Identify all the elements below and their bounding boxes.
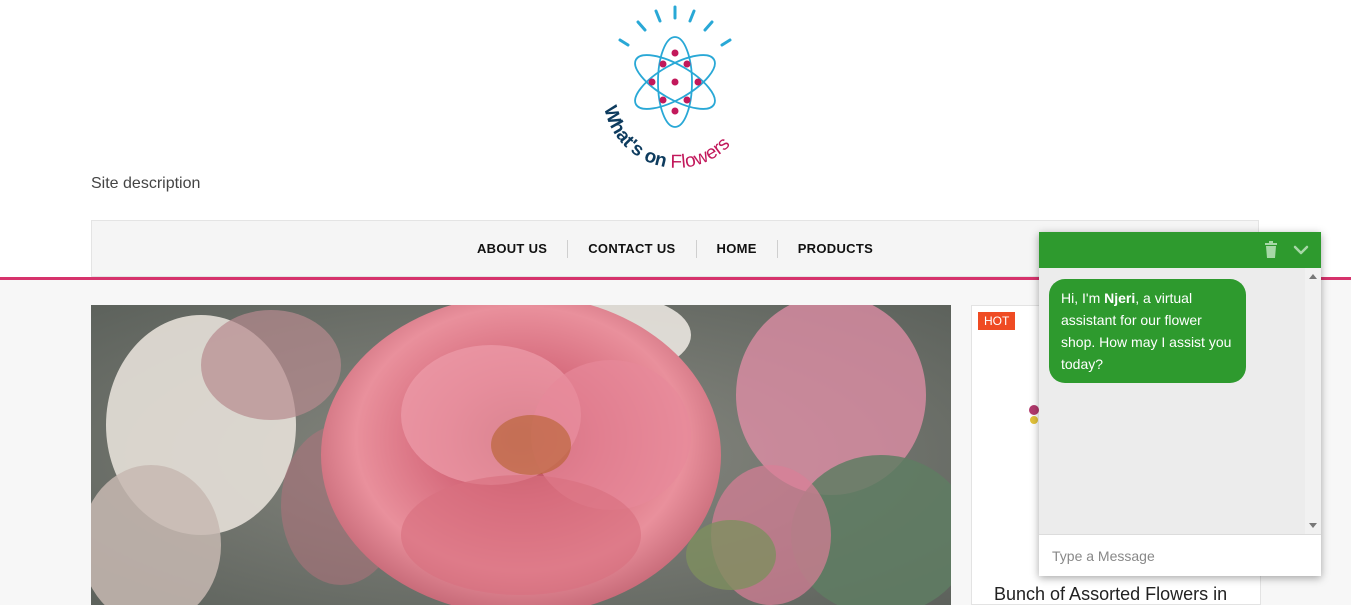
- chat-messages: Hi, I'm Njeri, a virtual assistant for o…: [1039, 268, 1321, 534]
- chat-scrollbar[interactable]: [1305, 268, 1321, 534]
- hot-badge: HOT: [978, 312, 1016, 330]
- nav-products[interactable]: PRODUCTS: [778, 241, 893, 256]
- message-prefix: Hi, I'm: [1061, 290, 1105, 306]
- chat-widget: Hi, I'm Njeri, a virtual assistant for o…: [1039, 232, 1321, 576]
- assistant-name: Njeri: [1104, 290, 1136, 306]
- nav-home[interactable]: HOME: [697, 241, 777, 256]
- chevron-down-icon[interactable]: [1293, 242, 1309, 258]
- logo-text-accent: Flowers: [670, 133, 734, 172]
- product-title[interactable]: Bunch of Assorted Flowers in: [994, 584, 1227, 604]
- scroll-up-arrow[interactable]: [1309, 274, 1317, 279]
- assistant-message: Hi, I'm Njeri, a virtual assistant for o…: [1049, 279, 1246, 383]
- hero-image[interactable]: [91, 305, 951, 605]
- chat-message-input[interactable]: [1050, 536, 1304, 576]
- nav-about-us[interactable]: ABOUT US: [457, 241, 567, 256]
- scroll-down-arrow[interactable]: [1309, 523, 1317, 528]
- site-description: Site description: [91, 175, 201, 192]
- chat-input-area: [1039, 534, 1321, 576]
- site-logo[interactable]: What's on Flowers: [592, 2, 762, 172]
- svg-text:What's on Flowers: What's on Flowers: [599, 103, 734, 172]
- logo-text-main: What's on: [599, 103, 669, 172]
- nav-contact-us[interactable]: CONTACT US: [568, 241, 695, 256]
- chat-header: [1039, 232, 1321, 268]
- trash-icon[interactable]: [1263, 241, 1279, 259]
